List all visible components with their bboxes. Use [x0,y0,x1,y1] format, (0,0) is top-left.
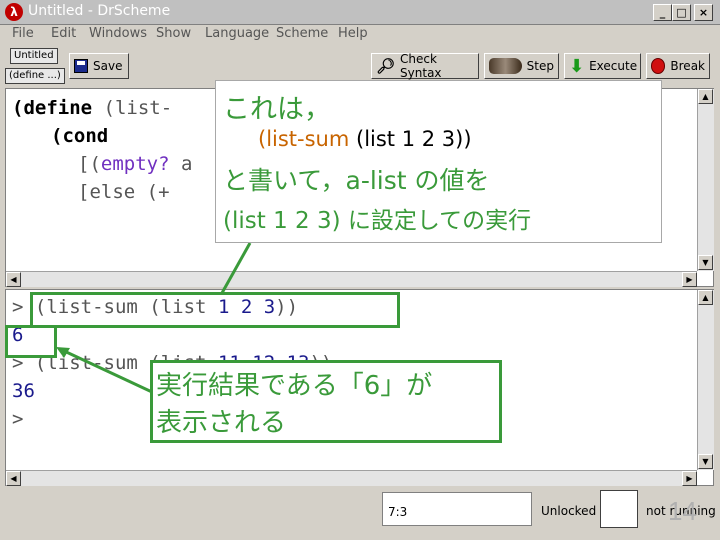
callout-line-1: これは， [223,94,331,125]
callout-line-2: (list-sum (list 1 2 3)) [258,127,472,151]
explanation-callout: これは， (list-sum (list 1 2 3)) と書いて，a-list… [215,80,662,243]
callout-line-4: (list 1 2 3) に設定しての実行 [223,208,532,234]
list-sum-call: (list-sum [258,127,350,151]
result-callout-line-2: 表示される [156,408,287,438]
gc-indicator [600,490,638,528]
callout-line-3: と書いて，a-list の値を [223,166,490,195]
list-arg: (list 1 2 3)) [349,127,472,151]
lock-status[interactable]: Unlocked [541,504,596,518]
status-bar: 7:3 Unlocked not running 14 [0,488,720,540]
callout-connector-top [220,242,252,294]
page-number: 14 [668,496,697,526]
callout-connector-bottom [61,348,153,394]
result-callout-line-1: 実行結果である「6」が [156,371,433,401]
cursor-position: 7:3 [382,492,532,526]
result-callout: 実行結果である「6」が 表示される [150,360,502,443]
